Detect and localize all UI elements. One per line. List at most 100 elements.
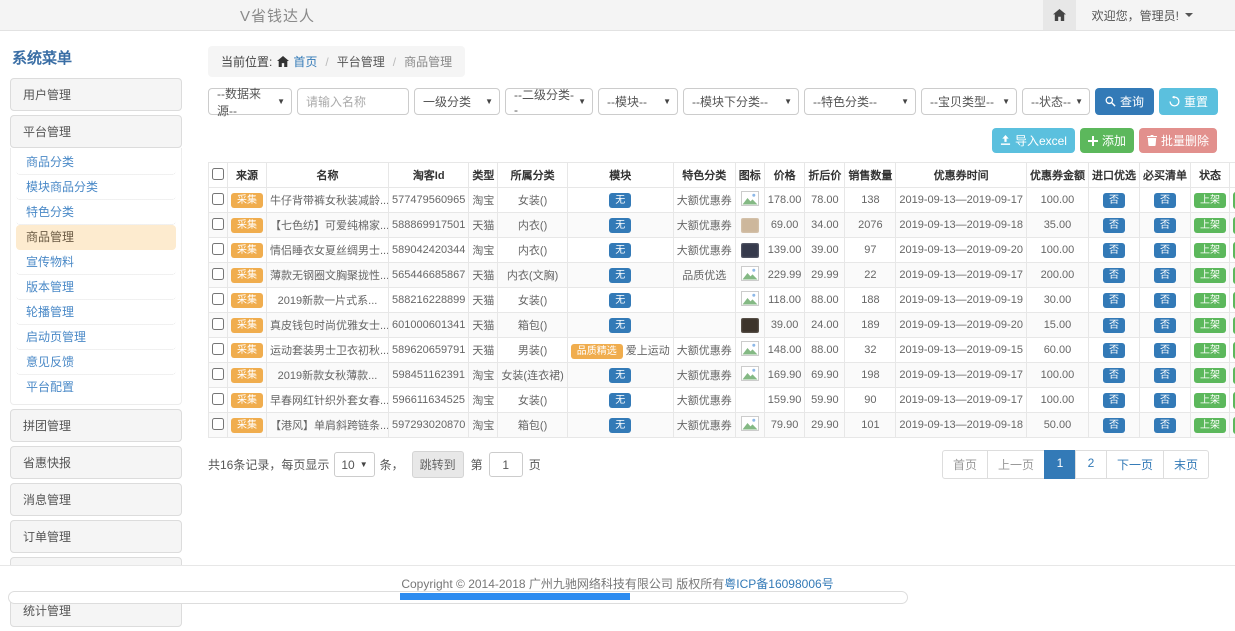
- sidebar-section[interactable]: 消息管理: [10, 483, 182, 516]
- jump-to-button[interactable]: 跳转到: [412, 451, 464, 478]
- feature-category-select[interactable]: --特色分类--▼: [804, 88, 916, 115]
- must-buy-badge[interactable]: 否: [1154, 393, 1176, 408]
- cell-category: 箱包(): [498, 313, 567, 338]
- user-menu[interactable]: 欢迎您，管理员!: [1076, 0, 1235, 30]
- home-button[interactable]: [1043, 0, 1076, 30]
- row-checkbox[interactable]: [212, 193, 224, 205]
- row-checkbox[interactable]: [212, 243, 224, 255]
- pagination-button[interactable]: 下一页: [1106, 450, 1164, 479]
- must-buy-badge[interactable]: 否: [1154, 343, 1176, 358]
- row-checkbox[interactable]: [212, 343, 224, 355]
- pagination-button[interactable]: 上一页: [987, 450, 1045, 479]
- page-number-input[interactable]: [489, 452, 523, 477]
- cell-feature-category: [673, 288, 735, 313]
- row-checkbox[interactable]: [212, 218, 224, 230]
- sidebar-item[interactable]: 轮播管理: [16, 300, 176, 325]
- status-badge[interactable]: 上架: [1194, 268, 1226, 283]
- sidebar-item[interactable]: 商品管理: [16, 225, 176, 250]
- status-badge[interactable]: 上架: [1194, 243, 1226, 258]
- sidebar-item[interactable]: 版本管理: [16, 275, 176, 300]
- module-select[interactable]: --模块--▼: [598, 88, 678, 115]
- status-badge[interactable]: 上架: [1194, 318, 1226, 333]
- breadcrumb-home-link[interactable]: 首页: [293, 53, 317, 70]
- import-select-badge[interactable]: 否: [1103, 368, 1125, 383]
- import-select-badge[interactable]: 否: [1103, 193, 1125, 208]
- pagination-button[interactable]: 1: [1044, 450, 1076, 479]
- source-select[interactable]: --数据来源--▼: [208, 88, 292, 115]
- import-select-badge[interactable]: 否: [1103, 393, 1125, 408]
- status-badge[interactable]: 上架: [1194, 393, 1226, 408]
- pagination-button[interactable]: 首页: [942, 450, 988, 479]
- cell-coupon-amount: 100.00: [1026, 238, 1088, 263]
- row-checkbox[interactable]: [212, 318, 224, 330]
- bulk-delete-button[interactable]: 批量删除: [1139, 128, 1217, 153]
- sidebar-item[interactable]: 模块商品分类: [16, 175, 176, 200]
- import-select-badge[interactable]: 否: [1103, 343, 1125, 358]
- sidebar-section[interactable]: 平台管理: [10, 115, 182, 148]
- must-buy-badge[interactable]: 否: [1154, 418, 1176, 433]
- welcome-text: 欢迎您，管理员!: [1092, 7, 1179, 24]
- import-select-badge[interactable]: 否: [1103, 293, 1125, 308]
- row-checkbox[interactable]: [212, 393, 224, 405]
- pagination-button[interactable]: 末页: [1163, 450, 1209, 479]
- name-search-input[interactable]: [297, 88, 409, 115]
- must-buy-badge[interactable]: 否: [1154, 218, 1176, 233]
- sidebar-section[interactable]: 省惠快报: [10, 446, 182, 479]
- icp-link[interactable]: 粤ICP备16098006号: [724, 575, 833, 592]
- status-badge[interactable]: 上架: [1194, 343, 1226, 358]
- status-badge[interactable]: 上架: [1194, 193, 1226, 208]
- status-badge[interactable]: 上架: [1194, 218, 1226, 233]
- cell-price: 69.00: [764, 213, 805, 238]
- cell-category: 女装(): [498, 388, 567, 413]
- sidebar-section[interactable]: 订单管理: [10, 520, 182, 553]
- import-select-badge[interactable]: 否: [1103, 268, 1125, 283]
- status-badge[interactable]: 上架: [1194, 293, 1226, 308]
- status-select[interactable]: --状态--▼: [1022, 88, 1090, 115]
- row-checkbox[interactable]: [212, 268, 224, 280]
- module-sub-category-select[interactable]: --模块下分类--▼: [683, 88, 799, 115]
- must-buy-badge[interactable]: 否: [1154, 193, 1176, 208]
- row-checkbox[interactable]: [212, 368, 224, 380]
- add-button[interactable]: 添加: [1080, 128, 1134, 153]
- import-select-badge[interactable]: 否: [1103, 318, 1125, 333]
- cell-module: 无: [567, 388, 673, 413]
- row-checkbox[interactable]: [212, 293, 224, 305]
- cell-feature-category: [673, 313, 735, 338]
- pagination-button[interactable]: 2: [1075, 450, 1107, 479]
- item-type-select[interactable]: --宝贝类型--▼: [921, 88, 1017, 115]
- cell-discount-price: 29.90: [805, 413, 845, 438]
- select-all-checkbox[interactable]: [212, 168, 224, 180]
- column-header: 操作: [1229, 163, 1235, 188]
- import-excel-button[interactable]: 导入excel: [992, 128, 1075, 153]
- must-buy-badge[interactable]: 否: [1154, 368, 1176, 383]
- must-buy-badge[interactable]: 否: [1154, 268, 1176, 283]
- cell-must-buy: 否: [1139, 238, 1190, 263]
- sidebar-item[interactable]: 商品分类: [16, 150, 176, 175]
- level2-category-select[interactable]: --二级分类--▼: [505, 88, 593, 115]
- must-buy-badge[interactable]: 否: [1154, 293, 1176, 308]
- status-badge[interactable]: 上架: [1194, 368, 1226, 383]
- sidebar-section[interactable]: 拼团管理: [10, 409, 182, 442]
- sidebar-item[interactable]: 启动页管理: [16, 325, 176, 350]
- must-buy-badge[interactable]: 否: [1154, 318, 1176, 333]
- cell-status: 上架: [1190, 363, 1229, 388]
- cell-status: 上架: [1190, 188, 1229, 213]
- sidebar-section[interactable]: 用户管理: [10, 78, 182, 111]
- module-badge: 无: [609, 193, 631, 208]
- query-button[interactable]: 查询: [1095, 88, 1154, 115]
- import-select-badge[interactable]: 否: [1103, 218, 1125, 233]
- reset-button[interactable]: 重置: [1159, 88, 1218, 115]
- level1-category-select[interactable]: 一级分类▼: [414, 88, 500, 115]
- page-size-select[interactable]: 10▼: [334, 452, 374, 477]
- pagination-bar: 共16条记录，每页显示 10▼ 条， 跳转到 第 页 首页上一页12下一页末页: [208, 450, 1217, 479]
- must-buy-badge[interactable]: 否: [1154, 243, 1176, 258]
- status-badge[interactable]: 上架: [1194, 418, 1226, 433]
- cell-coupon-time: 2019-09-13—2019-09-19: [896, 288, 1027, 313]
- sidebar-item[interactable]: 意见反馈: [16, 350, 176, 375]
- import-select-badge[interactable]: 否: [1103, 243, 1125, 258]
- sidebar-item[interactable]: 特色分类: [16, 200, 176, 225]
- row-checkbox[interactable]: [212, 418, 224, 430]
- sidebar-item[interactable]: 平台配置: [16, 375, 176, 399]
- sidebar-item[interactable]: 宣传物料: [16, 250, 176, 275]
- import-select-badge[interactable]: 否: [1103, 418, 1125, 433]
